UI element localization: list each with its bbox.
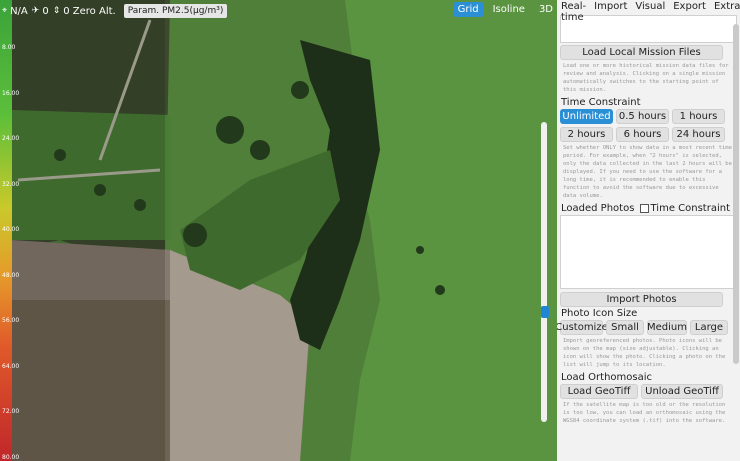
photo-icon-desc: Import georeferenced photos. Photo icons…	[563, 338, 726, 368]
orthomosaic-desc: If the satellite map is too old or the r…	[563, 402, 726, 424]
time-24h-button[interactable]: 24 hours	[672, 127, 725, 142]
checkbox-icon	[639, 204, 649, 213]
tab-isoline[interactable]: Isoline	[489, 2, 529, 17]
icon-size-medium-button[interactable]: Medium	[647, 320, 687, 335]
icon-size-customize-button[interactable]: Customize	[557, 320, 608, 335]
scale-label: 16.00	[2, 89, 20, 97]
time-unlimited-button[interactable]: Unlimited	[560, 109, 613, 124]
scale-label: 48.00	[2, 271, 20, 279]
map-topbar: ⌖ N/A ✈ 0 ⇕ 0 Zero Alt. Param. PM2.5(µg/…	[0, 0, 228, 22]
time-constraint-title: Time Constraint	[561, 97, 641, 108]
photo-time-constraint-checkbox[interactable]: Time Constraint	[639, 203, 730, 214]
loaded-photos-list[interactable]	[560, 215, 737, 289]
scale-label: 24.00	[2, 135, 20, 142]
map-slider-thumb[interactable]	[541, 306, 549, 318]
menu-bar: Real-time Import Visual Export Extras	[557, 0, 740, 23]
tab-3d[interactable]: 3D	[535, 2, 557, 17]
drone-count-status: ✈ 0	[31, 5, 49, 17]
param-selector[interactable]: Param. PM2.5(µg/m³)	[123, 4, 228, 18]
icon-size-large-button[interactable]: Large	[690, 320, 728, 335]
location-pin-icon: ⌖	[2, 6, 8, 16]
unload-geotiff-button[interactable]: Unload GeoTiff	[641, 384, 723, 399]
menu-visual[interactable]: Visual	[635, 1, 665, 14]
time-2h-button[interactable]: 2 hours	[560, 127, 613, 142]
zero-alt-status: ⇕ 0 Zero Alt.	[52, 5, 116, 17]
time-1h-button[interactable]: 1 hours	[672, 109, 725, 124]
scale-label: 72.00	[2, 408, 20, 415]
altitude-icon: ⇕	[52, 6, 61, 16]
mission-files-list[interactable]	[560, 15, 737, 43]
load-mission-desc: Load one or more historical mission data…	[563, 63, 729, 93]
location-status: ⌖ N/A	[2, 5, 28, 17]
scale-label: 32.00	[2, 180, 20, 188]
view-mode-tabs: Grid Isoline 3D	[453, 2, 557, 17]
menu-import[interactable]: Import	[594, 1, 627, 14]
satellite-imagery	[0, 0, 557, 461]
drone-icon: ✈	[31, 6, 40, 16]
time-constraint-desc: Set whether ONLY to show data in a most …	[563, 145, 732, 199]
import-photos-button[interactable]: Import Photos	[560, 292, 723, 307]
time-6h-button[interactable]: 6 hours	[616, 127, 669, 142]
scale-label: 80.00	[2, 453, 20, 461]
menu-export[interactable]: Export	[673, 1, 706, 14]
tab-grid[interactable]: Grid	[453, 2, 483, 17]
map-view[interactable]: 8.00 16.00 24.00 32.00 40.00 48.00 56.00 64.00 7…	[0, 0, 557, 461]
load-mission-button[interactable]: Load Local Mission Files	[560, 45, 723, 60]
icon-size-small-button[interactable]: Small	[606, 320, 644, 335]
load-geotiff-button[interactable]: Load GeoTiff	[560, 384, 638, 399]
loaded-photos-title: Loaded Photos	[561, 203, 635, 214]
scale-label: 8.00	[2, 44, 16, 51]
menu-extras[interactable]: Extras	[714, 1, 740, 14]
scale-label: 64.00	[2, 362, 20, 370]
orthomosaic-title: Load Orthomosaic	[561, 372, 653, 383]
menu-realtime[interactable]: Real-time	[561, 1, 586, 23]
time-0-5h-button[interactable]: 0.5 hours	[616, 109, 669, 124]
scale-label: 56.00	[2, 317, 20, 324]
map-slider-track[interactable]	[541, 122, 547, 422]
scale-label: 40.00	[2, 226, 20, 233]
loaded-photos-header: Loaded Photos Time Constraint	[557, 202, 740, 215]
side-panel: Real-time Import Visual Export Extras Lo…	[557, 0, 740, 461]
photo-icon-size-title: Photo Icon Size	[561, 308, 638, 319]
panel-scrollbar[interactable]	[733, 24, 739, 364]
